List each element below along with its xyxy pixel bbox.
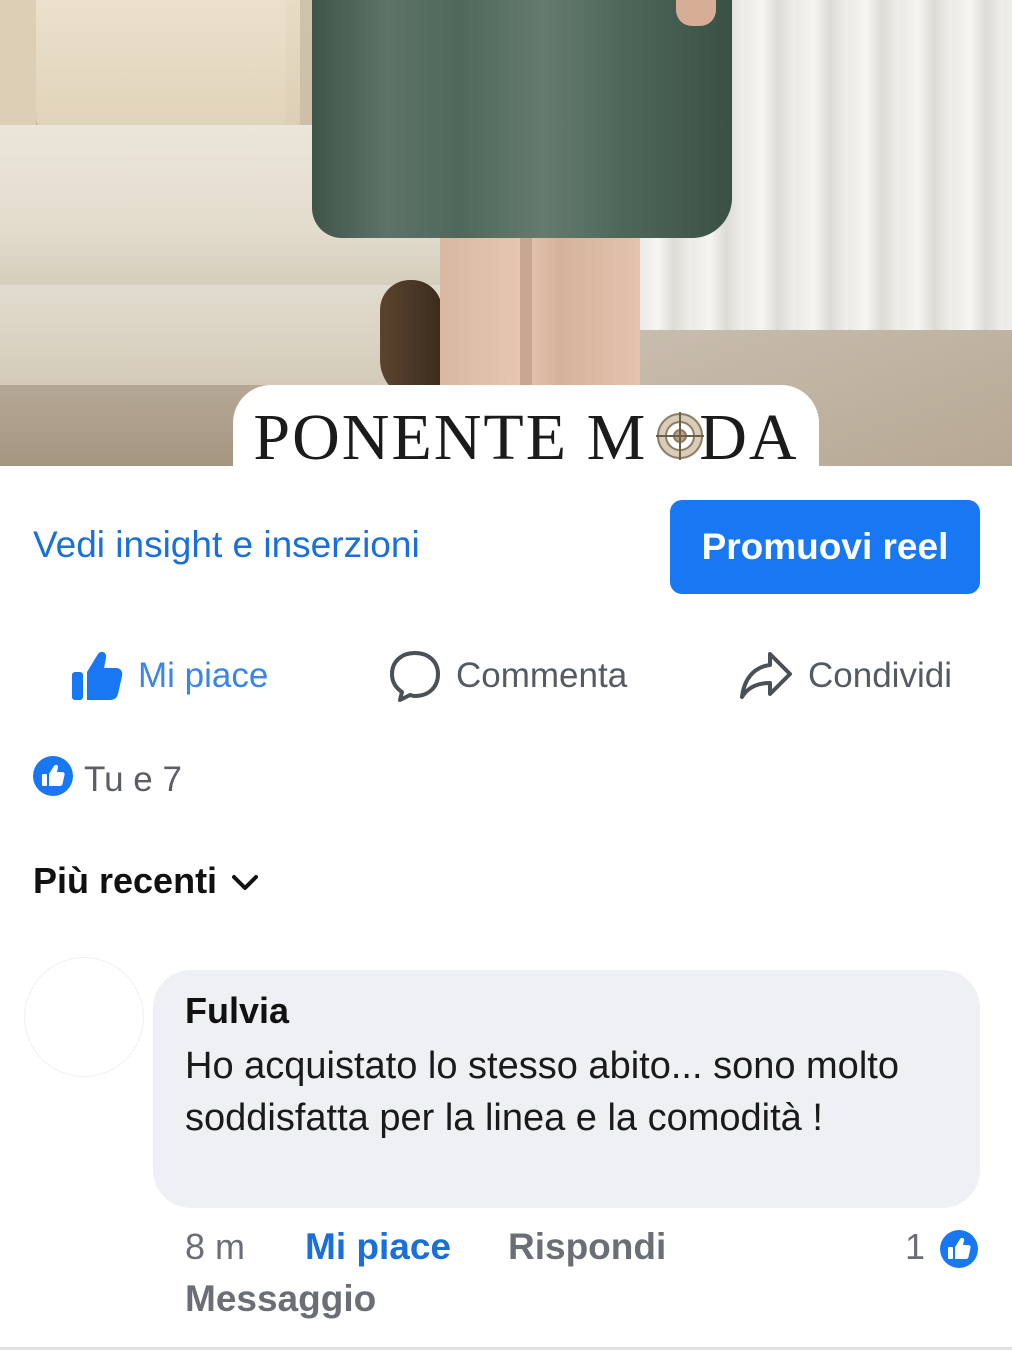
comment-like-button[interactable]: Mi piace [305,1226,451,1268]
brand-watermark: PONENTE M DA [233,398,819,466]
comment-reply-button[interactable]: Rispondi [508,1226,666,1268]
reel-video[interactable]: PONENTE M DA [0,0,1012,466]
like-badge-icon [32,755,74,806]
thumbs-up-icon [68,648,124,704]
green-dress [312,0,732,238]
likes-summary[interactable]: Tu e 7 [32,755,182,802]
target-logo-icon [656,412,704,460]
comment-message-button[interactable]: Messaggio [185,1278,376,1320]
promote-reel-button[interactable]: Promuovi reel [670,500,980,594]
model-hand [676,0,716,26]
model-legs [440,220,640,410]
sofa-cushion [0,0,39,140]
comment-reaction-count[interactable]: 1 [905,1226,925,1268]
legs-gap [520,230,532,400]
comment-sort-dropdown[interactable]: Più recenti [33,858,259,904]
share-arrow-icon [738,650,794,702]
brand-text-before: PONENTE M [253,401,648,466]
reaction-bar: Mi piace Commenta Condividi [0,640,1012,712]
like-label: Mi piace [138,656,269,695]
view-insights-link[interactable]: Vedi insight e inserzioni [33,524,420,566]
likes-summary-text: Tu e 7 [84,760,182,799]
share-label: Condividi [808,656,952,695]
comment-button[interactable]: Commenta [388,640,627,712]
comment-text: Ho acquistato lo stesso abito... sono mo… [185,1045,899,1139]
comment-author[interactable]: Fulvia [185,990,289,1032]
like-button[interactable]: Mi piace [68,640,268,712]
brand-text-after: DA [699,401,799,466]
comment-label: Commenta [456,656,628,695]
speech-bubble-icon [388,649,442,703]
commenter-avatar[interactable] [25,958,143,1076]
like-badge-icon[interactable] [936,1226,982,1277]
sort-label: Più recenti [33,860,218,901]
share-button[interactable]: Condividi [738,640,952,712]
sofa-front [0,285,445,385]
chevron-down-icon [231,860,259,902]
sofa-leg [380,280,442,400]
sofa-cushion [36,0,286,136]
comment-timestamp: 8 m [185,1226,246,1267]
